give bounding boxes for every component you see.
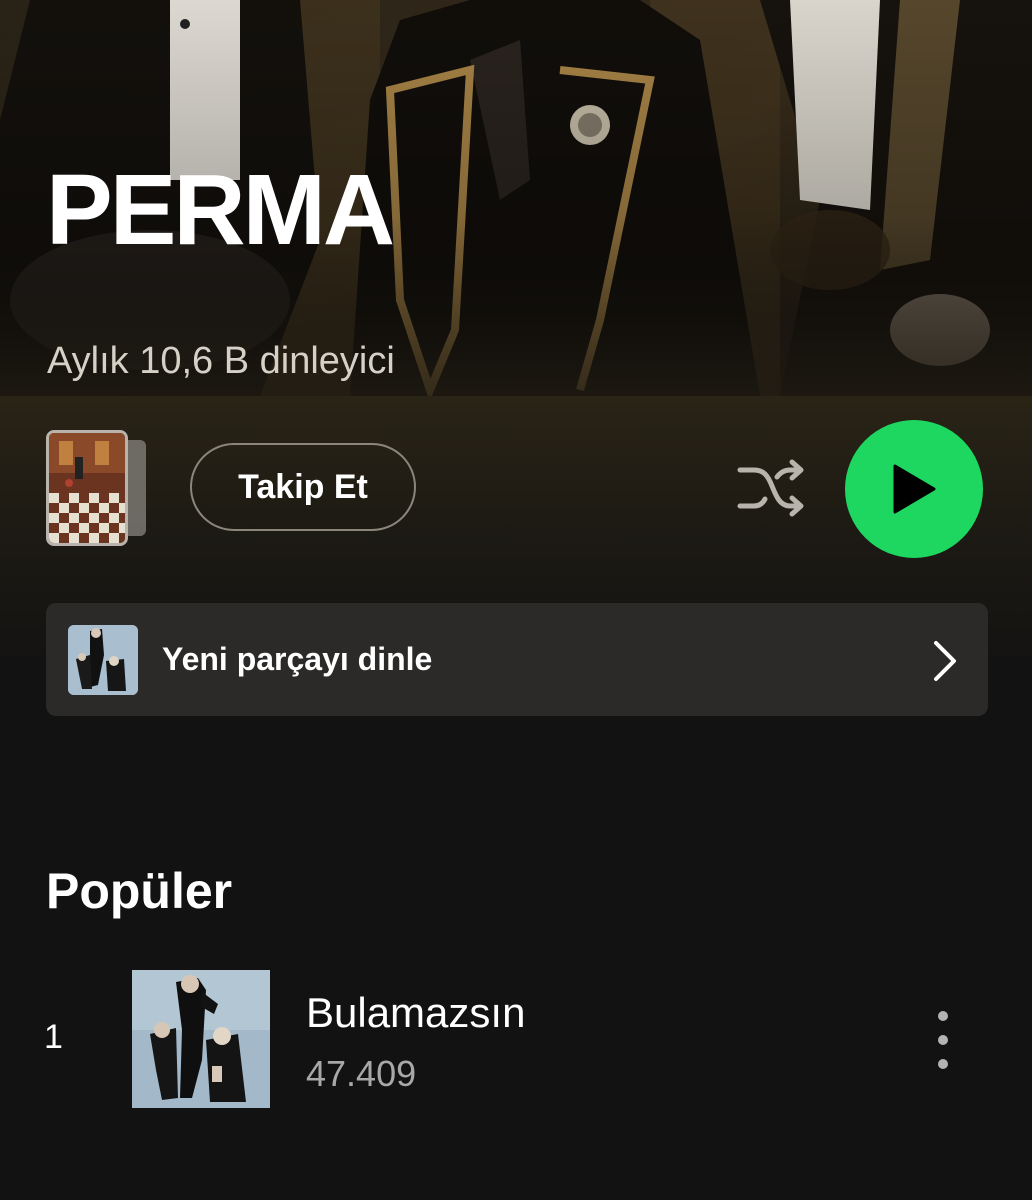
new-track-label: Yeni parçayı dinle bbox=[162, 641, 433, 677]
artist-page: PERMA Aylık 10,6 B dinleyici Takip Et Ye… bbox=[0, 0, 1032, 1200]
chevron-right-icon bbox=[928, 639, 962, 683]
track-play-count: 47.409 bbox=[306, 1053, 417, 1094]
play-button[interactable] bbox=[845, 420, 983, 558]
thumbnail-art bbox=[49, 433, 125, 543]
artist-playlist-thumbnail[interactable] bbox=[46, 430, 146, 550]
popular-section-title: Popüler bbox=[46, 863, 233, 919]
more-options-icon[interactable] bbox=[926, 1008, 960, 1072]
artist-hero: PERMA Aylık 10,6 B dinleyici bbox=[0, 0, 1032, 396]
new-track-banner[interactable]: Yeni parçayı dinle bbox=[46, 603, 988, 716]
thumbnail-image bbox=[46, 430, 128, 546]
track-number: 1 bbox=[44, 1018, 63, 1056]
monthly-listeners: Aylık 10,6 B dinleyici bbox=[47, 340, 395, 382]
new-track-artwork bbox=[68, 625, 138, 695]
play-icon bbox=[893, 464, 936, 514]
shuffle-icon[interactable] bbox=[734, 456, 808, 520]
artist-name: PERMA bbox=[46, 154, 395, 266]
track-artwork bbox=[132, 970, 270, 1108]
track-row[interactable]: 1 Bulamazsın 47.409 bbox=[0, 968, 1032, 1112]
follow-button[interactable]: Takip Et bbox=[190, 443, 416, 531]
track-title: Bulamazsın bbox=[306, 989, 526, 1036]
